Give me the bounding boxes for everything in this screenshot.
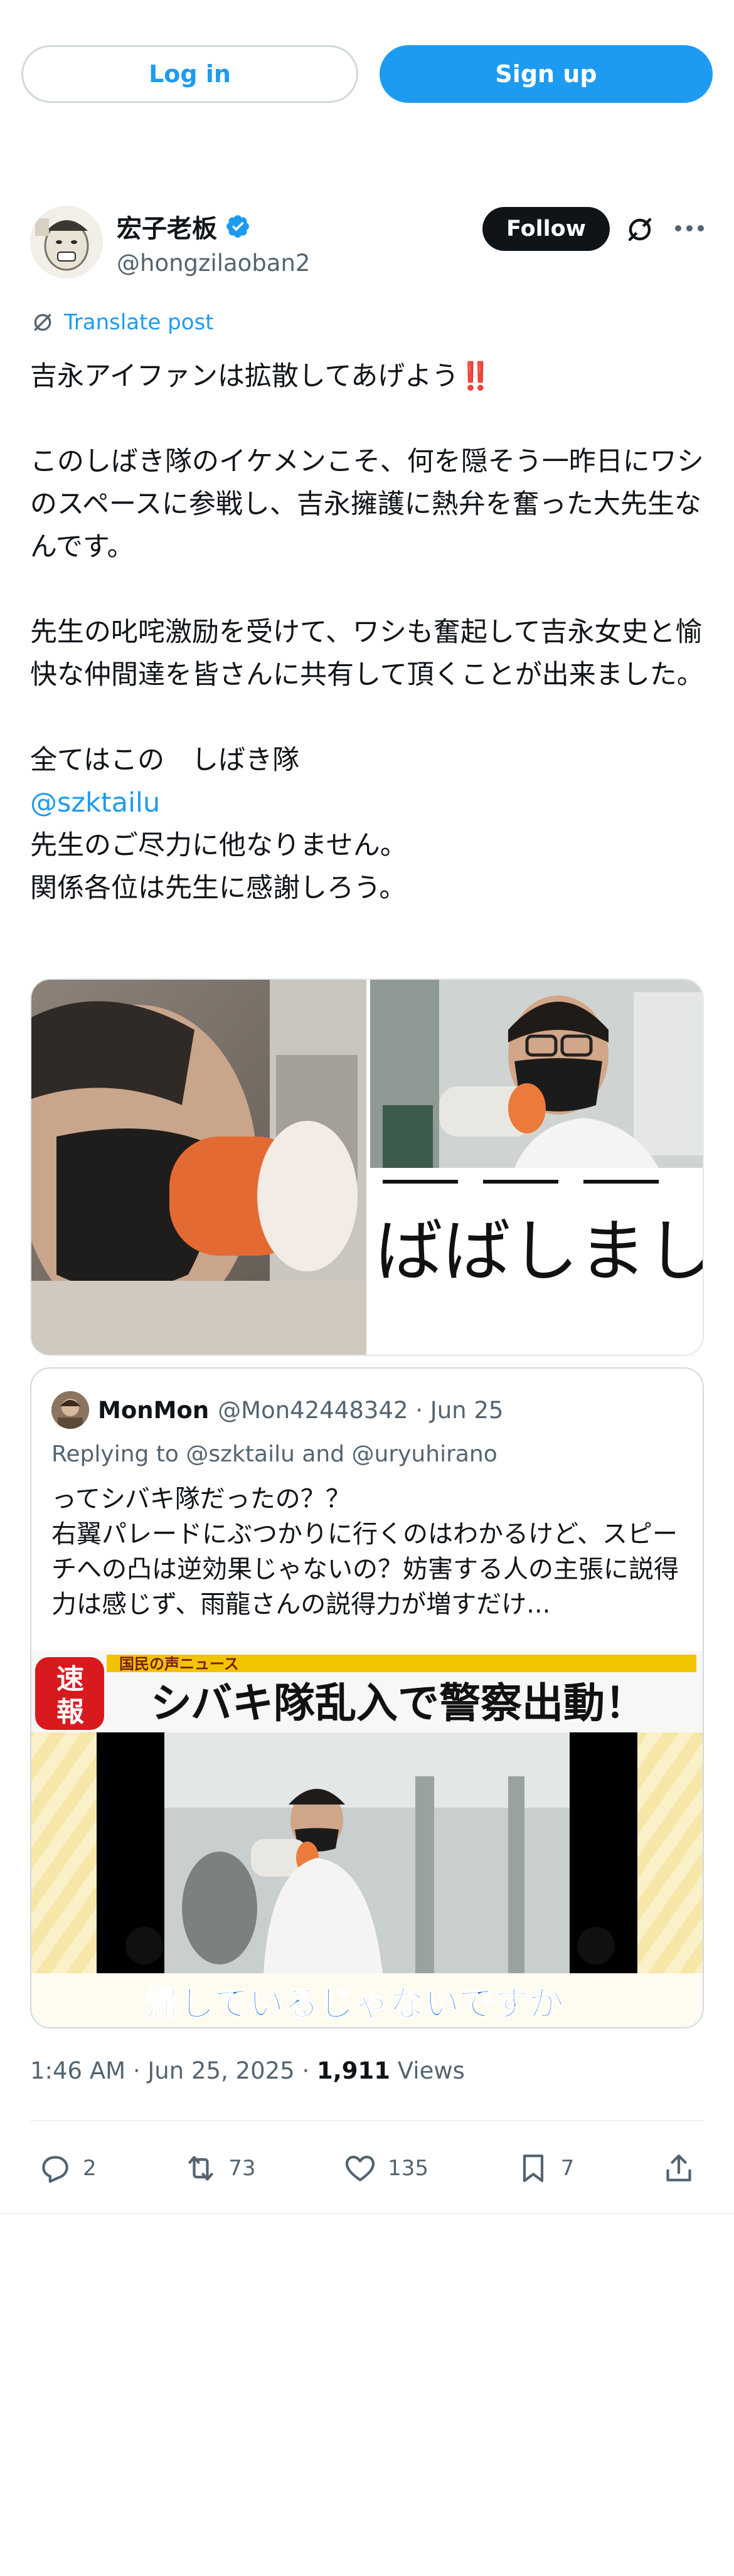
tweet-paragraph-2: このしばき隊のイケメンこそ、何を隠そう一昨日にワシのスペースに参戦し、吉永擁護に… bbox=[30, 446, 704, 563]
reply-icon bbox=[42, 2156, 68, 2183]
bookmark-count: 7 bbox=[560, 2156, 575, 2181]
divider bbox=[30, 2120, 704, 2121]
bottom-divider bbox=[0, 2213, 734, 2214]
translate-label: Translate post bbox=[64, 310, 214, 335]
quote-avatar[interactable] bbox=[51, 1391, 89, 1429]
quote-author-name[interactable]: MonMon bbox=[98, 1397, 209, 1424]
quote-author-meta: @Mon42448342 · Jun 25 bbox=[218, 1396, 504, 1424]
heart-icon bbox=[346, 2155, 375, 2181]
repost-button[interactable]: 73 bbox=[183, 2151, 256, 2186]
quoted-post[interactable]: MonMon @Mon42448342 · Jun 25 Replying to… bbox=[30, 1367, 704, 2028]
breaking-badge-bottom: 報 bbox=[56, 1696, 84, 1728]
post-timestamp: 1:46 AM · Jun 25, 2025 · 1,911 Views bbox=[30, 2057, 465, 2084]
media-grid: ばばしまし bbox=[30, 978, 704, 1356]
user-block: 宏子老板 @hongzilaoban2 bbox=[117, 208, 310, 277]
bookmark-icon bbox=[523, 2155, 543, 2182]
news-thumbnail: 国民の声ニュース シバキ隊乱入で警察出動！ 速 報 帰しているじゃないですか bbox=[31, 1651, 703, 2027]
follow-button[interactable]: Follow bbox=[482, 207, 610, 251]
quote-header: MonMon @Mon42448342 · Jun 25 bbox=[51, 1391, 503, 1429]
news-tag: 国民の声ニュース bbox=[119, 1655, 239, 1673]
quote-replying-to: Replying to @szktailu and @uryuhirano bbox=[51, 1441, 497, 1467]
breaking-badge-top: 速 bbox=[56, 1663, 84, 1695]
mention-link[interactable]: @szktailu bbox=[30, 787, 160, 819]
verified-badge-icon bbox=[226, 215, 249, 238]
views-count: 1,911 bbox=[317, 2057, 391, 2084]
tweet-paragraph-3: 先生の叱咤激励を受けて、ワシも奮起して吉永女史と愉快な仲間達を皆さんに共有して頂… bbox=[30, 617, 704, 691]
tweet-paragraph-4-line-4: 関係各位は先生に感謝しろう。 bbox=[30, 872, 407, 904]
reply-button[interactable]: 2 bbox=[38, 2151, 97, 2186]
repost-count: 73 bbox=[228, 2156, 256, 2181]
tweet-paragraph-4-line-1: 全てはこの しばき隊 bbox=[30, 745, 300, 776]
avatar-image bbox=[30, 206, 103, 278]
media-caption: ばばしまし bbox=[375, 1212, 704, 1291]
like-button[interactable]: 135 bbox=[343, 2151, 428, 2186]
bookmark-button[interactable]: 7 bbox=[516, 2151, 575, 2186]
reply-count: 2 bbox=[83, 2156, 97, 2181]
author-handle[interactable]: @hongzilaoban2 bbox=[117, 250, 310, 277]
like-count: 135 bbox=[388, 2156, 429, 2181]
views-label: Views bbox=[390, 2057, 465, 2084]
photo-megaphone-closeup bbox=[31, 980, 366, 1355]
grok-icon[interactable] bbox=[625, 215, 655, 245]
login-button[interactable]: Log in bbox=[21, 45, 358, 103]
share-button[interactable] bbox=[661, 2151, 696, 2186]
quote-avatar-image bbox=[51, 1391, 89, 1429]
media-image-1[interactable] bbox=[31, 980, 366, 1355]
more-options-icon[interactable] bbox=[675, 216, 704, 241]
auth-bar: Log in Sign up bbox=[21, 45, 713, 103]
quote-image[interactable]: 国民の声ニュース シバキ隊乱入で警察出動！ 速 報 帰しているじゃないですか bbox=[31, 1651, 703, 2027]
action-bar: 2 73 135 7 bbox=[38, 2140, 696, 2197]
tweet-line-1: 吉永アイファンは拡散してあげよう bbox=[30, 361, 459, 392]
tweet-paragraph-4-line-3: 先生のご尽力に他なりません。 bbox=[30, 830, 407, 861]
news-subtitle: 帰しているじゃないですか bbox=[144, 1984, 564, 2025]
tweet-text: 吉永アイファンは拡散してあげよう‼️ このしばき隊のイケメンこそ、何を隠そう一昨… bbox=[30, 355, 704, 909]
translate-post-link[interactable]: Translate post bbox=[30, 310, 214, 335]
post-header: 宏子老板 @hongzilaoban2 Follow bbox=[30, 206, 704, 281]
media-image-2[interactable]: ばばしまし bbox=[370, 980, 704, 1355]
timestamp-time[interactable]: 1:46 AM · Jun 25, 2025 · bbox=[30, 2057, 317, 2084]
repost-icon bbox=[188, 2156, 213, 2181]
avatar[interactable] bbox=[30, 206, 103, 278]
translate-icon bbox=[34, 314, 51, 331]
share-icon bbox=[666, 2155, 691, 2181]
quote-text: ってシバキ隊だったの？？ 右翼パレードにぶつかりに行くのはわかるけど、スピーチへ… bbox=[51, 1485, 679, 1619]
photo-man-with-megaphone: ばばしまし bbox=[370, 980, 704, 1355]
double-exclamation-emoji: ‼️ bbox=[459, 361, 492, 392]
display-name[interactable]: 宏子老板 bbox=[117, 208, 251, 245]
news-headline: シバキ隊乱入で警察出動！ bbox=[151, 1679, 646, 1727]
signup-button[interactable]: Sign up bbox=[380, 45, 713, 103]
display-name-text: 宏子老板 bbox=[117, 215, 217, 243]
